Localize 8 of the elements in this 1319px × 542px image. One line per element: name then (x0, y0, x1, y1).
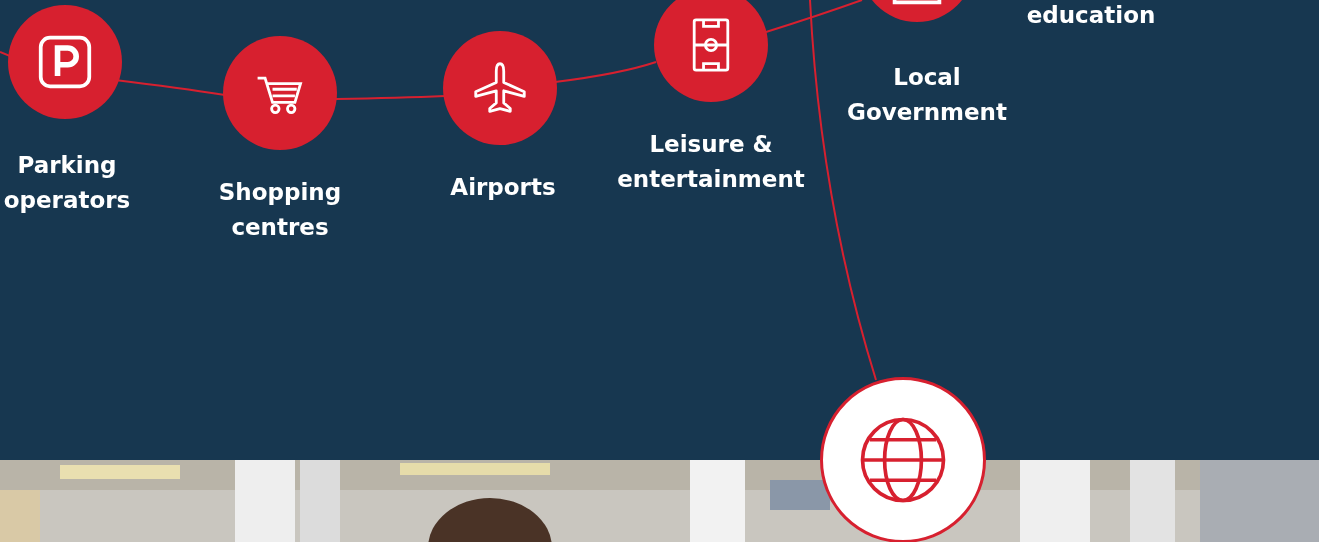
plane-icon (472, 60, 528, 116)
sector-label: Airports (449, 173, 557, 202)
sector-label: Leisure & entertainment (616, 130, 806, 194)
sector-label: Local Government (846, 63, 1008, 127)
sector-label: education (1025, 1, 1157, 30)
parking-icon (37, 34, 93, 90)
sector-label: Parking operators (2, 151, 132, 215)
sector-label: Shopping centres (217, 178, 343, 242)
